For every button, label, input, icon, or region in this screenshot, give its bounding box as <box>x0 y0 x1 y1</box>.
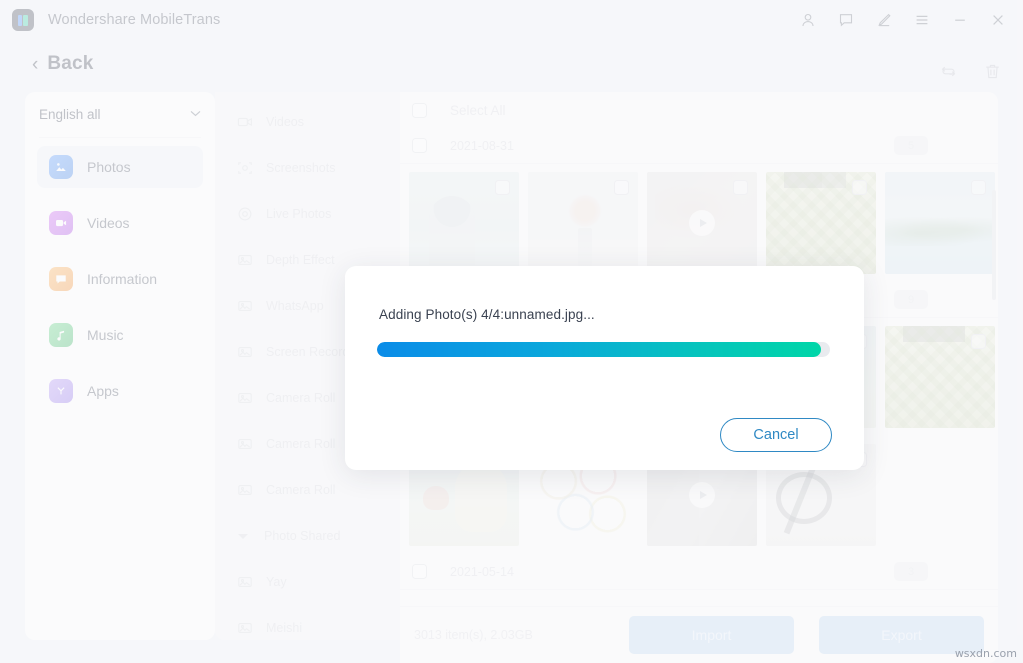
progress-bar-track <box>377 342 830 357</box>
app-window: Wondershare MobileTrans <box>0 0 1023 663</box>
progress-message: Adding Photo(s) 4/4:unnamed.jpg... <box>379 307 595 322</box>
cancel-button[interactable]: Cancel <box>720 418 832 452</box>
progress-dialog: Adding Photo(s) 4/4:unnamed.jpg... Cance… <box>345 266 864 470</box>
watermark: wsxdn.com <box>954 647 1017 660</box>
progress-bar-fill <box>377 342 821 357</box>
